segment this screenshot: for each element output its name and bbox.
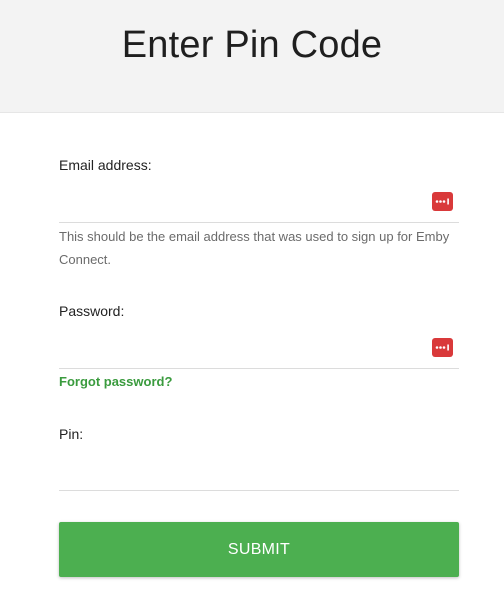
- password-manager-dots-icon: [435, 198, 449, 205]
- page-header: Enter Pin Code: [0, 0, 504, 113]
- forgot-password-link[interactable]: Forgot password?: [59, 374, 172, 389]
- password-field[interactable]: [59, 329, 459, 369]
- pin-label: Pin:: [59, 426, 84, 442]
- password-manager-dots-icon: [435, 344, 449, 351]
- password-label: Password:: [59, 303, 125, 319]
- password-manager-icon[interactable]: [432, 192, 453, 211]
- pin-field[interactable]: [59, 451, 459, 491]
- email-hint: This should be the email address that wa…: [59, 229, 450, 267]
- email-field[interactable]: [59, 183, 459, 223]
- submit-button[interactable]: SUBMIT: [59, 522, 459, 577]
- email-label: Email address:: [59, 157, 152, 173]
- page-title: Enter Pin Code: [121, 24, 383, 66]
- password-manager-icon[interactable]: [432, 338, 453, 357]
